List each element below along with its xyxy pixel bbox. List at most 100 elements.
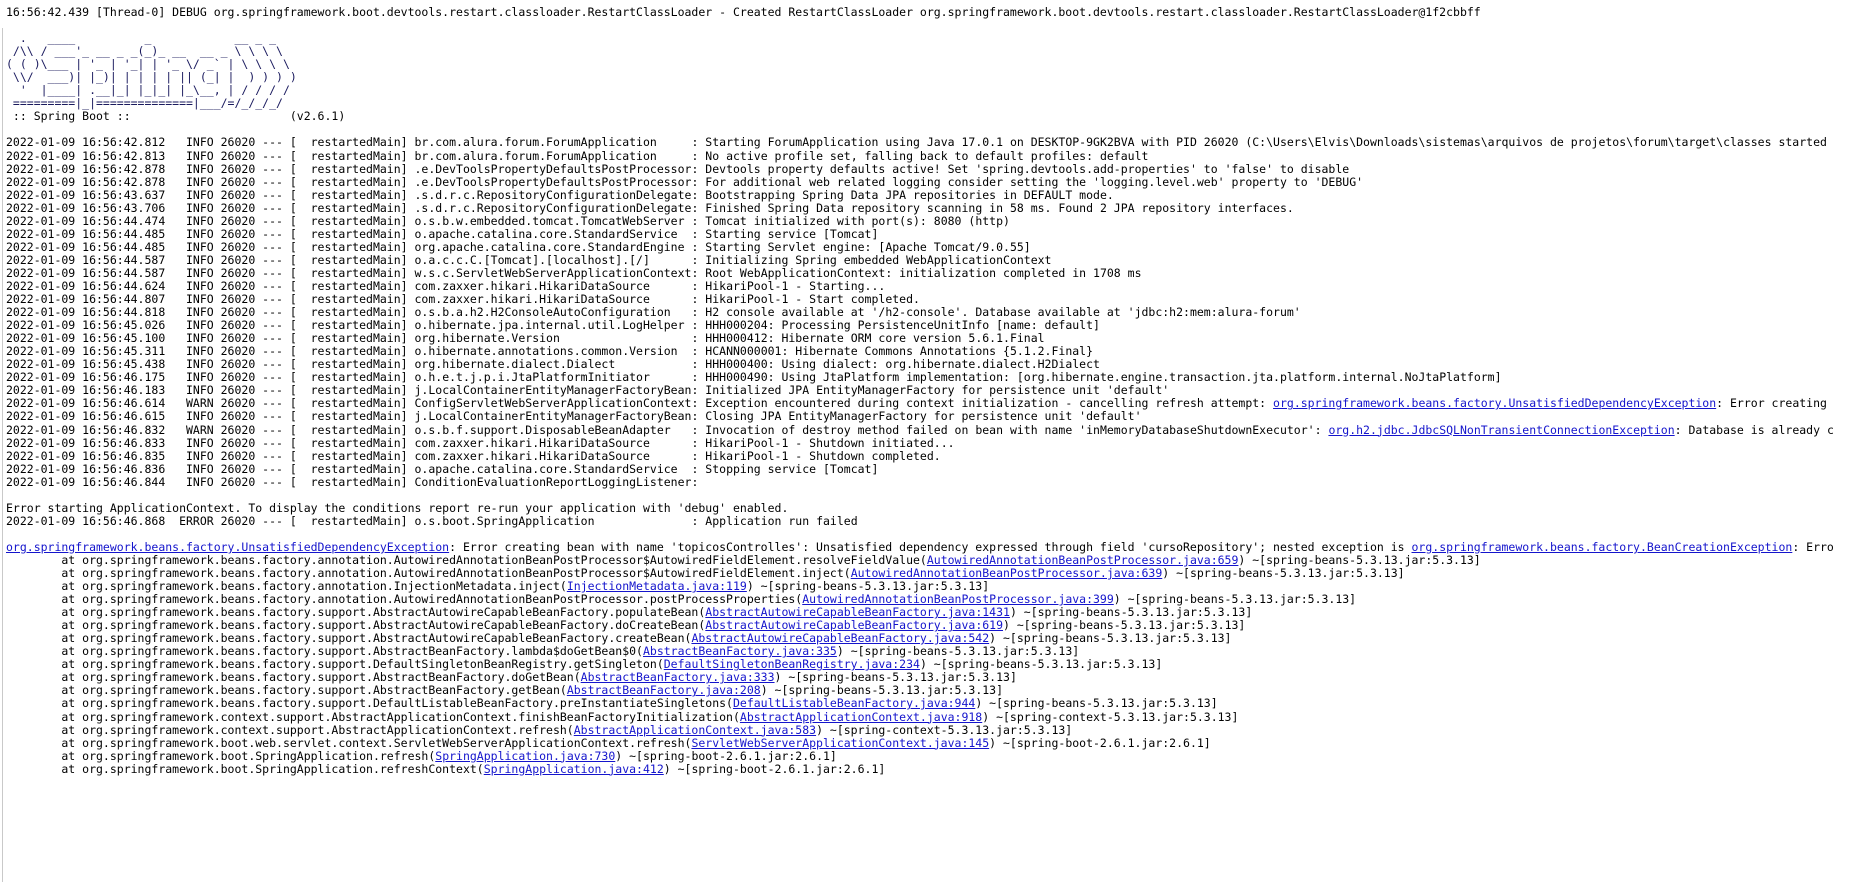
exception-link[interactable]: org.springframework.beans.factory.Unsati… — [1273, 396, 1716, 410]
stack-frame-text: at org.springframework.beans.factory.sup… — [6, 670, 581, 685]
exception-message: : Error creating bean with name 'topicos… — [449, 539, 1412, 554]
log-message: : Stopping service [Tomcat] — [691, 461, 879, 476]
log-message: : Initializing Spring embedded WebApplic… — [691, 252, 1052, 267]
gutter-divider — [2, 28, 3, 882]
log-logger-name: w.s.c.ServletWebServerApplicationContext — [414, 265, 692, 280]
log-lines-container: 16:56:42.439 [Thread-0] DEBUG org.spring… — [6, 5, 1857, 776]
log-logger-name: org.hibernate.Version — [414, 331, 692, 346]
log-message: : Starting Servlet engine: [Apache Tomca… — [691, 239, 1031, 254]
stack-frame-text: at org.springframework.boot.SpringApplic… — [6, 748, 436, 763]
log-message: : Initialized JPA EntityManagerFactory f… — [691, 383, 1170, 398]
log-timestamp-level: 2022-01-09 16:56:44.485 INFO 26020 --- [… — [6, 239, 415, 254]
nested-exception-link[interactable]: org.springframework.beans.factory.BeanCr… — [1412, 540, 1793, 554]
log-timestamp-level: 2022-01-09 16:56:44.624 INFO 26020 --- [… — [6, 278, 415, 293]
log-logger-name: com.zaxxer.hikari.HikariDataSource — [414, 278, 692, 293]
stack-frame-tail: ) ~[spring-beans-5.3.13.jar:5.3.13] — [1003, 618, 1246, 633]
log-timestamp-level: 2022-01-09 16:56:46.614 WARN 26020 --- [… — [6, 396, 415, 411]
spring-banner-row-4: ' |____| .__|_| |_|_| |_\__, | / / / / — [6, 83, 290, 98]
stack-frame-tail: ) ~[spring-boot-2.6.1.jar:2.6.1] — [663, 761, 886, 776]
source-location-link[interactable]: SpringApplication.java:412 — [484, 762, 664, 776]
source-location-link[interactable]: AbstractAutowireCapableBeanFactory.java:… — [705, 618, 1003, 632]
log-message: : Bootstrapping Spring Data JPA reposito… — [691, 187, 1114, 202]
stack-frame-tail: ) ~[spring-beans-5.3.13.jar:5.3.13] — [1113, 592, 1357, 607]
log-logger-name: j.LocalContainerEntityManagerFactoryBean — [414, 409, 692, 424]
log-logger-name: o.hibernate.jpa.internal.util.LogHelper — [414, 318, 692, 333]
log-timestamp-level: 2022-01-09 16:56:45.438 INFO 26020 --- [… — [6, 357, 415, 372]
stack-frame-tail: ) ~[spring-beans-5.3.13.jar:5.3.13] — [836, 644, 1080, 659]
log-timestamp-level: 2022-01-09 16:56:46.615 INFO 26020 --- [… — [6, 409, 415, 424]
exception-link[interactable]: org.h2.jdbc.JdbcSQLNonTransientConnectio… — [1328, 423, 1674, 437]
error-log-line: 2022-01-09 16:56:46.868 ERROR 26020 --- … — [6, 513, 1857, 528]
log-message: : Root WebApplicationContext: initializa… — [691, 265, 1142, 280]
exception-link[interactable]: org.springframework.beans.factory.Unsati… — [6, 540, 449, 554]
log-timestamp-level: 2022-01-09 16:56:46.833 INFO 26020 --- [… — [6, 435, 415, 450]
log-message: : HHH000412: Hibernate ORM core version … — [691, 331, 1045, 346]
log-timestamp-level: 2022-01-09 16:56:42.812 INFO 26020 --- [… — [6, 135, 415, 150]
source-location-link[interactable]: AbstractAutowireCapableBeanFactory.java:… — [705, 605, 1010, 619]
log-timestamp-level: 2022-01-09 16:56:42.878 INFO 26020 --- [… — [6, 161, 415, 176]
source-location-link[interactable]: AutowiredAnnotationBeanPostProcessor.jav… — [802, 592, 1114, 606]
source-location-link[interactable]: InjectionMetadata.java:119 — [567, 579, 747, 593]
log-timestamp-level: 2022-01-09 16:56:45.026 INFO 26020 --- [… — [6, 318, 415, 333]
stack-frame-text: at org.springframework.beans.factory.ann… — [6, 592, 803, 607]
log-logger-name: .e.DevToolsPropertyDefaultsPostProcessor — [414, 174, 692, 189]
stack-frame-text: at org.springframework.boot.SpringApplic… — [6, 761, 484, 776]
log-logger-name: j.LocalContainerEntityManagerFactoryBean — [414, 383, 692, 398]
source-location-link[interactable]: DefaultListableBeanFactory.java:944 — [733, 696, 975, 710]
log-logger-name: org.hibernate.dialect.Dialect — [414, 357, 692, 372]
log-timestamp-level: 2022-01-09 16:56:45.100 INFO 26020 --- [… — [6, 331, 415, 346]
log-message: : Starting service [Tomcat] — [691, 226, 879, 241]
source-location-link[interactable]: SpringApplication.java:730 — [435, 749, 615, 763]
stack-frame-text: at org.springframework.beans.factory.ann… — [6, 579, 567, 594]
stack-frame-text: at org.springframework.beans.factory.sup… — [6, 683, 567, 698]
log-timestamp-level: 2022-01-09 16:56:44.485 INFO 26020 --- [… — [6, 226, 415, 241]
log-timestamp-level: 2022-01-09 16:56:44.587 INFO 26020 --- [… — [6, 252, 415, 267]
stack-frame-text: at org.springframework.beans.factory.sup… — [6, 618, 706, 633]
source-location-link[interactable]: AbstractBeanFactory.java:333 — [581, 670, 775, 684]
console-output-panel[interactable]: 16:56:42.439 [Thread-0] DEBUG org.spring… — [0, 0, 1857, 882]
stack-frame-text: at org.springframework.beans.factory.sup… — [6, 605, 706, 620]
log-timestamp-level: 2022-01-09 16:56:46.836 INFO 26020 --- [… — [6, 461, 415, 476]
error-notice-text: Error starting ApplicationContext. To di… — [6, 500, 789, 515]
source-location-link[interactable]: AbstractApplicationContext.java:918 — [740, 710, 982, 724]
log-logger-name: br.com.alura.forum.ForumApplication — [414, 135, 692, 150]
exception-message-tail: : Erro — [1792, 539, 1834, 554]
log-timestamp-level: 2022-01-09 16:56:42.813 INFO 26020 --- [… — [6, 148, 415, 163]
log-timestamp-level: 2022-01-09 16:56:44.587 INFO 26020 --- [… — [6, 265, 415, 280]
stack-frame-tail: ) ~[spring-beans-5.3.13.jar:5.3.13] — [989, 631, 1232, 646]
stack-frame-tail: ) ~[spring-boot-2.6.1.jar:2.6.1] — [989, 735, 1211, 750]
log-timestamp-level: 2022-01-09 16:56:45.311 INFO 26020 --- [… — [6, 344, 415, 359]
log-timestamp-level: 2022-01-09 16:56:42.878 INFO 26020 --- [… — [6, 174, 415, 189]
source-location-link[interactable]: AutowiredAnnotationBeanPostProcessor.jav… — [927, 553, 1239, 567]
log-message: : HikariPool-1 - Shutdown completed. — [691, 448, 941, 463]
stack-frame-tail: ) ~[spring-beans-5.3.13.jar:5.3.13] — [1009, 605, 1253, 620]
log-message: : H2 console available at '/h2-console'.… — [691, 305, 1301, 320]
log-logger-name: o.a.c.c.C.[Tomcat].[localhost].[/] — [414, 252, 692, 267]
source-location-link[interactable]: AutowiredAnnotationBeanPostProcessor.jav… — [851, 566, 1163, 580]
log-logger-name: o.s.boot.SpringApplication — [414, 513, 692, 528]
stack-frame-text: at org.springframework.context.support.A… — [6, 722, 574, 737]
debug-line-text: 16:56:42.439 [Thread-0] DEBUG org.spring… — [6, 5, 1481, 19]
stacktrace-frame[interactable]: at org.springframework.boot.SpringApplic… — [6, 761, 1857, 776]
log-timestamp-level: 2022-01-09 16:56:46.175 INFO 26020 --- [… — [6, 370, 415, 385]
source-location-link[interactable]: AbstractBeanFactory.java:208 — [567, 683, 761, 697]
log-logger-name: .s.d.r.c.RepositoryConfigurationDelegate — [414, 187, 692, 202]
log-message: : HHH000490: Using JtaPlatform implement… — [691, 370, 1502, 385]
source-location-link[interactable]: AbstractAutowireCapableBeanFactory.java:… — [691, 631, 989, 645]
source-location-link[interactable]: AbstractBeanFactory.java:335 — [643, 644, 837, 658]
source-location-link[interactable]: DefaultSingletonBeanRegistry.java:234 — [664, 657, 920, 671]
log-message: : Invocation of destroy method failed on… — [691, 422, 1834, 437]
log-logger-name: o.apache.catalina.core.StandardService — [414, 226, 692, 241]
log-line: 2022-01-09 16:56:46.844 INFO 26020 --- [… — [6, 474, 1857, 489]
log-timestamp-level: 2022-01-09 16:56:46.844 INFO 26020 --- [… — [6, 474, 415, 489]
log-timestamp-level: 2022-01-09 16:56:44.807 INFO 26020 --- [… — [6, 292, 415, 307]
log-message: : Starting ForumApplication using Java 1… — [691, 135, 1834, 150]
source-location-link[interactable]: ServletWebServerApplicationContext.java:… — [691, 736, 989, 750]
log-timestamp-level: 2022-01-09 16:56:43.637 INFO 26020 --- [… — [6, 187, 415, 202]
stack-frame-text: at org.springframework.beans.factory.sup… — [6, 631, 692, 646]
log-logger-name: o.s.b.f.support.DisposableBeanAdapter — [414, 422, 692, 437]
log-logger-name: ConditionEvaluationReportLoggingListener — [414, 474, 692, 489]
stack-frame-tail: ) ~[spring-beans-5.3.13.jar:5.3.13] — [919, 657, 1163, 672]
stack-frame-tail: ) ~[spring-beans-5.3.13.jar:5.3.13] — [975, 696, 1218, 711]
source-location-link[interactable]: AbstractApplicationContext.java:583 — [574, 723, 816, 737]
